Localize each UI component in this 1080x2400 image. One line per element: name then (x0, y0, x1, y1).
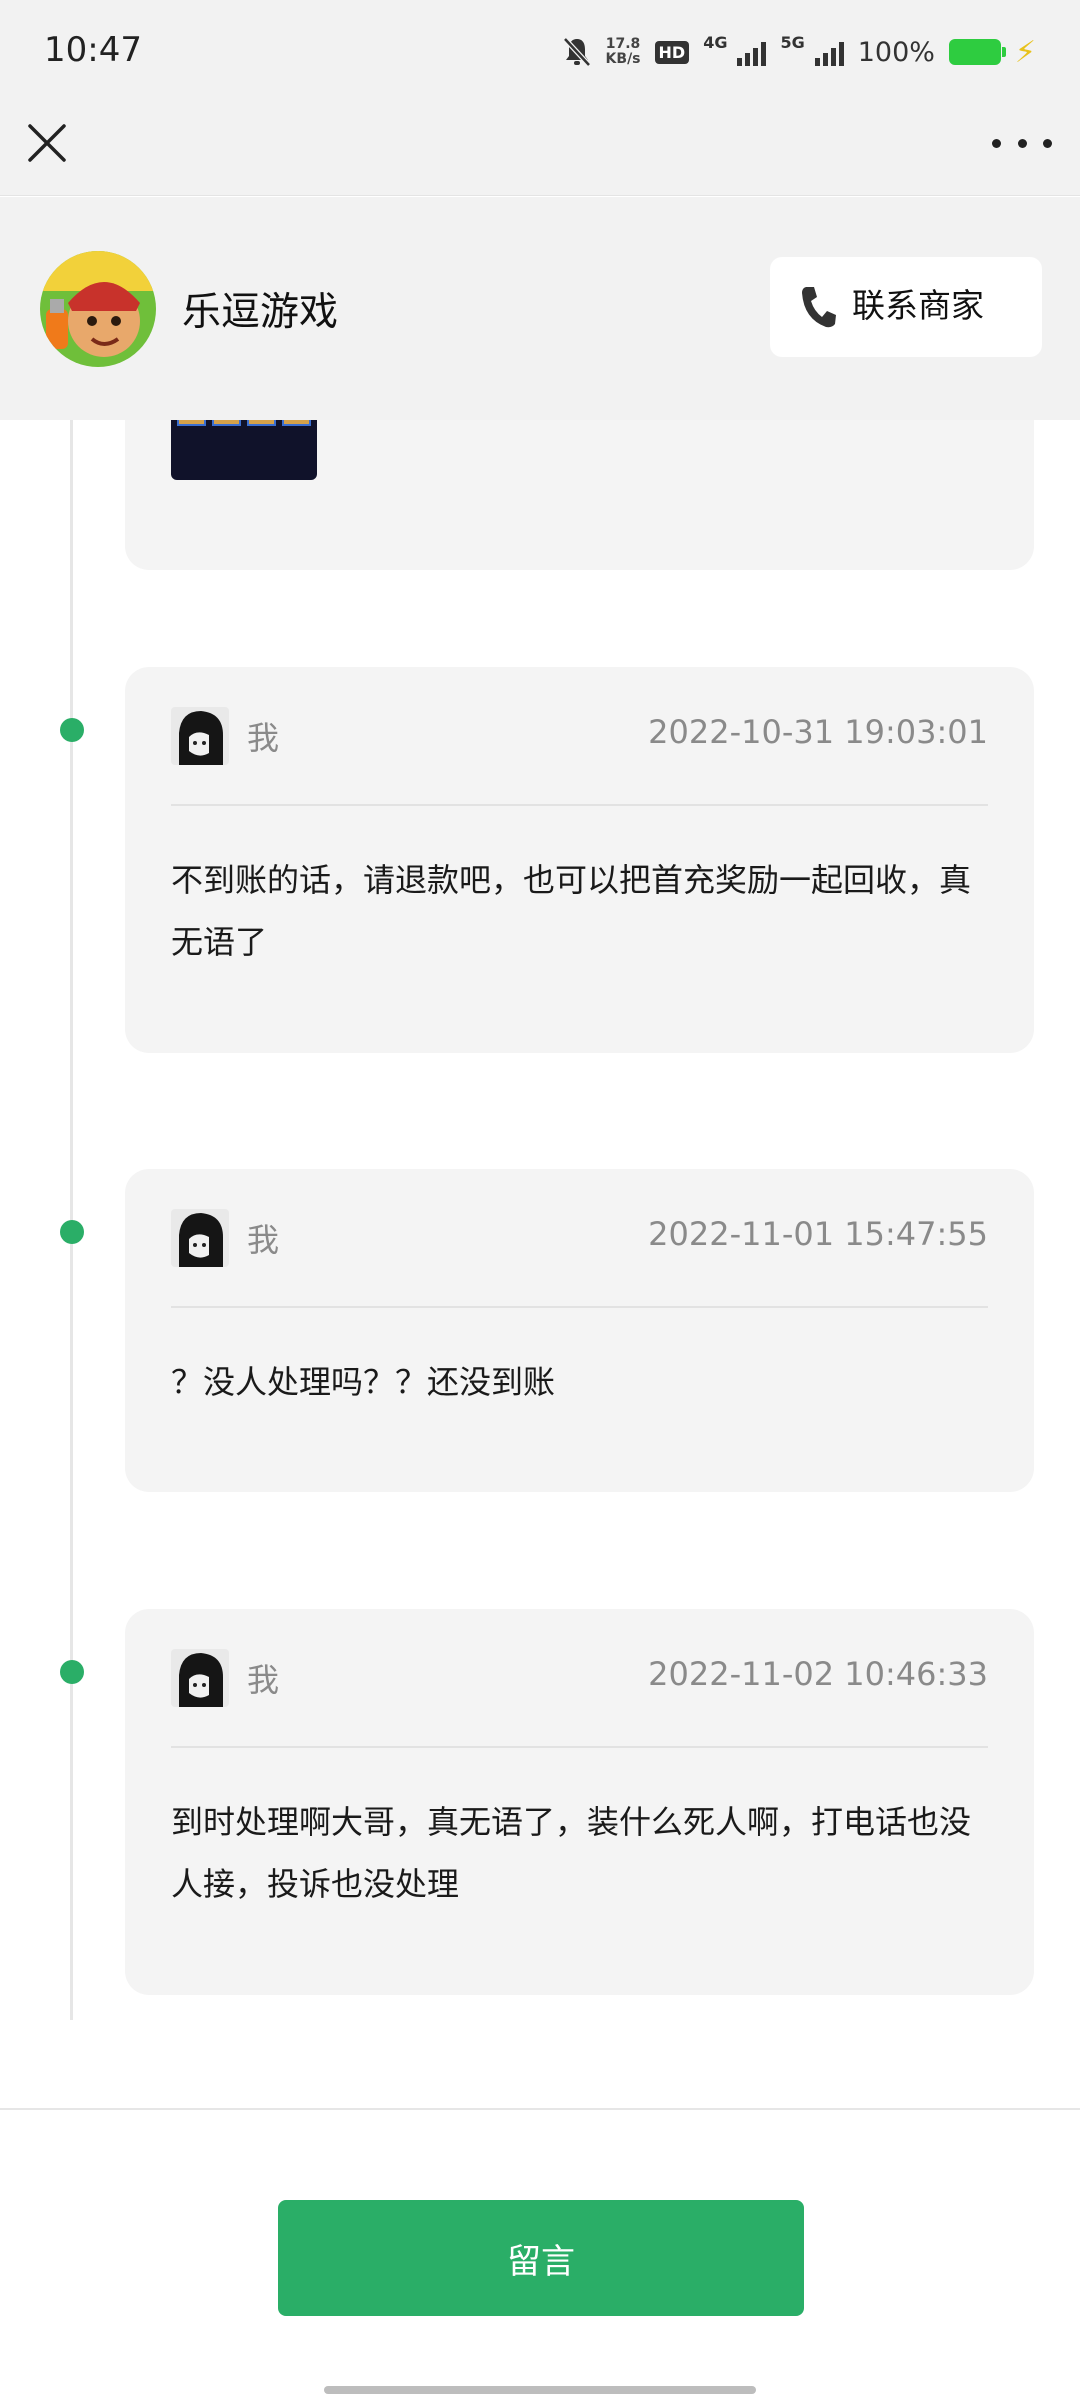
message-author: 我 (247, 1221, 280, 1259)
message-card: 我 2022-11-02 10:46:33 到时处理啊大哥，真无语了，装什么死人… (125, 1609, 1034, 1995)
message-timestamp: 2022-11-01 15:47:55 (648, 1215, 988, 1253)
net-speed-value: 17.8 (605, 36, 641, 52)
user-avatar (171, 1209, 229, 1267)
battery-icon (948, 39, 1006, 65)
mute-icon (562, 37, 591, 67)
timeline-dot (60, 1220, 84, 1244)
leave-message-button[interactable]: 留言 (278, 2200, 804, 2316)
signal-4g-icon (737, 38, 767, 66)
close-icon[interactable] (24, 120, 70, 166)
timeline-dot (60, 718, 84, 742)
status-time: 10:47 (44, 30, 142, 70)
status-bar: 10:47 17.8 KB/s HD 4G 5G 100% ⚡ (0, 0, 1080, 104)
divider (171, 804, 988, 806)
message-text: ？没人处理吗？？还没到账 (171, 1363, 556, 1401)
home-indicator[interactable] (324, 2386, 756, 2394)
net-5g-label: 5G (780, 32, 805, 52)
contact-merchant-button[interactable]: 联系商家 (770, 257, 1042, 357)
battery-percent: 100% (857, 36, 935, 68)
message-author: 我 (247, 719, 280, 757)
net-speed: 17.8 KB/s (606, 37, 641, 67)
nav-bar (0, 104, 1080, 196)
bottom-bar: 留言 (0, 2108, 1080, 2400)
timeline-dot (60, 1660, 84, 1684)
leave-message-label: 留言 (507, 2241, 575, 2282)
phone-icon (802, 287, 836, 328)
more-icon[interactable] (992, 126, 1052, 160)
status-icons: 17.8 KB/s HD 4G 5G 100% ⚡ (562, 32, 1036, 72)
message-card: 我 2022-10-31 19:03:01 不到账的话，请退款吧，也可以把首充奖… (125, 667, 1034, 1053)
message-text: 到时处理啊大哥，真无语了，装什么死人啊，打电话也没人接，投诉也没处理 (171, 1803, 972, 1903)
net-speed-unit: KB/s (605, 51, 641, 67)
message-author: 我 (247, 1661, 280, 1699)
user-avatar (171, 707, 229, 765)
net-4g-label: 4G (703, 32, 728, 52)
merchant-name: 乐逗游戏 (182, 290, 339, 335)
attachment-thumbnail[interactable] (171, 420, 317, 480)
divider (171, 1306, 988, 1308)
contact-merchant-label: 联系商家 (852, 286, 984, 325)
divider (171, 1746, 988, 1748)
merchant-header: 乐逗游戏 联系商家 (0, 197, 1080, 420)
message-timeline[interactable]: 我 2022-10-31 19:03:01 不到账的话，请退款吧，也可以把首充奖… (0, 420, 1080, 2108)
user-avatar (171, 1649, 229, 1707)
hd-icon: HD (654, 40, 690, 64)
signal-5g-icon (814, 38, 844, 66)
charging-bolt-icon: ⚡ (1014, 34, 1036, 70)
merchant-avatar (40, 251, 156, 367)
message-card-partial (125, 420, 1034, 570)
message-timestamp: 2022-11-02 10:46:33 (648, 1655, 988, 1693)
message-card: 我 2022-11-01 15:47:55 ？没人处理吗？？还没到账 (125, 1169, 1034, 1492)
message-timestamp: 2022-10-31 19:03:01 (648, 713, 988, 751)
message-text: 不到账的话，请退款吧，也可以把首充奖励一起回收，真无语了 (171, 861, 972, 961)
